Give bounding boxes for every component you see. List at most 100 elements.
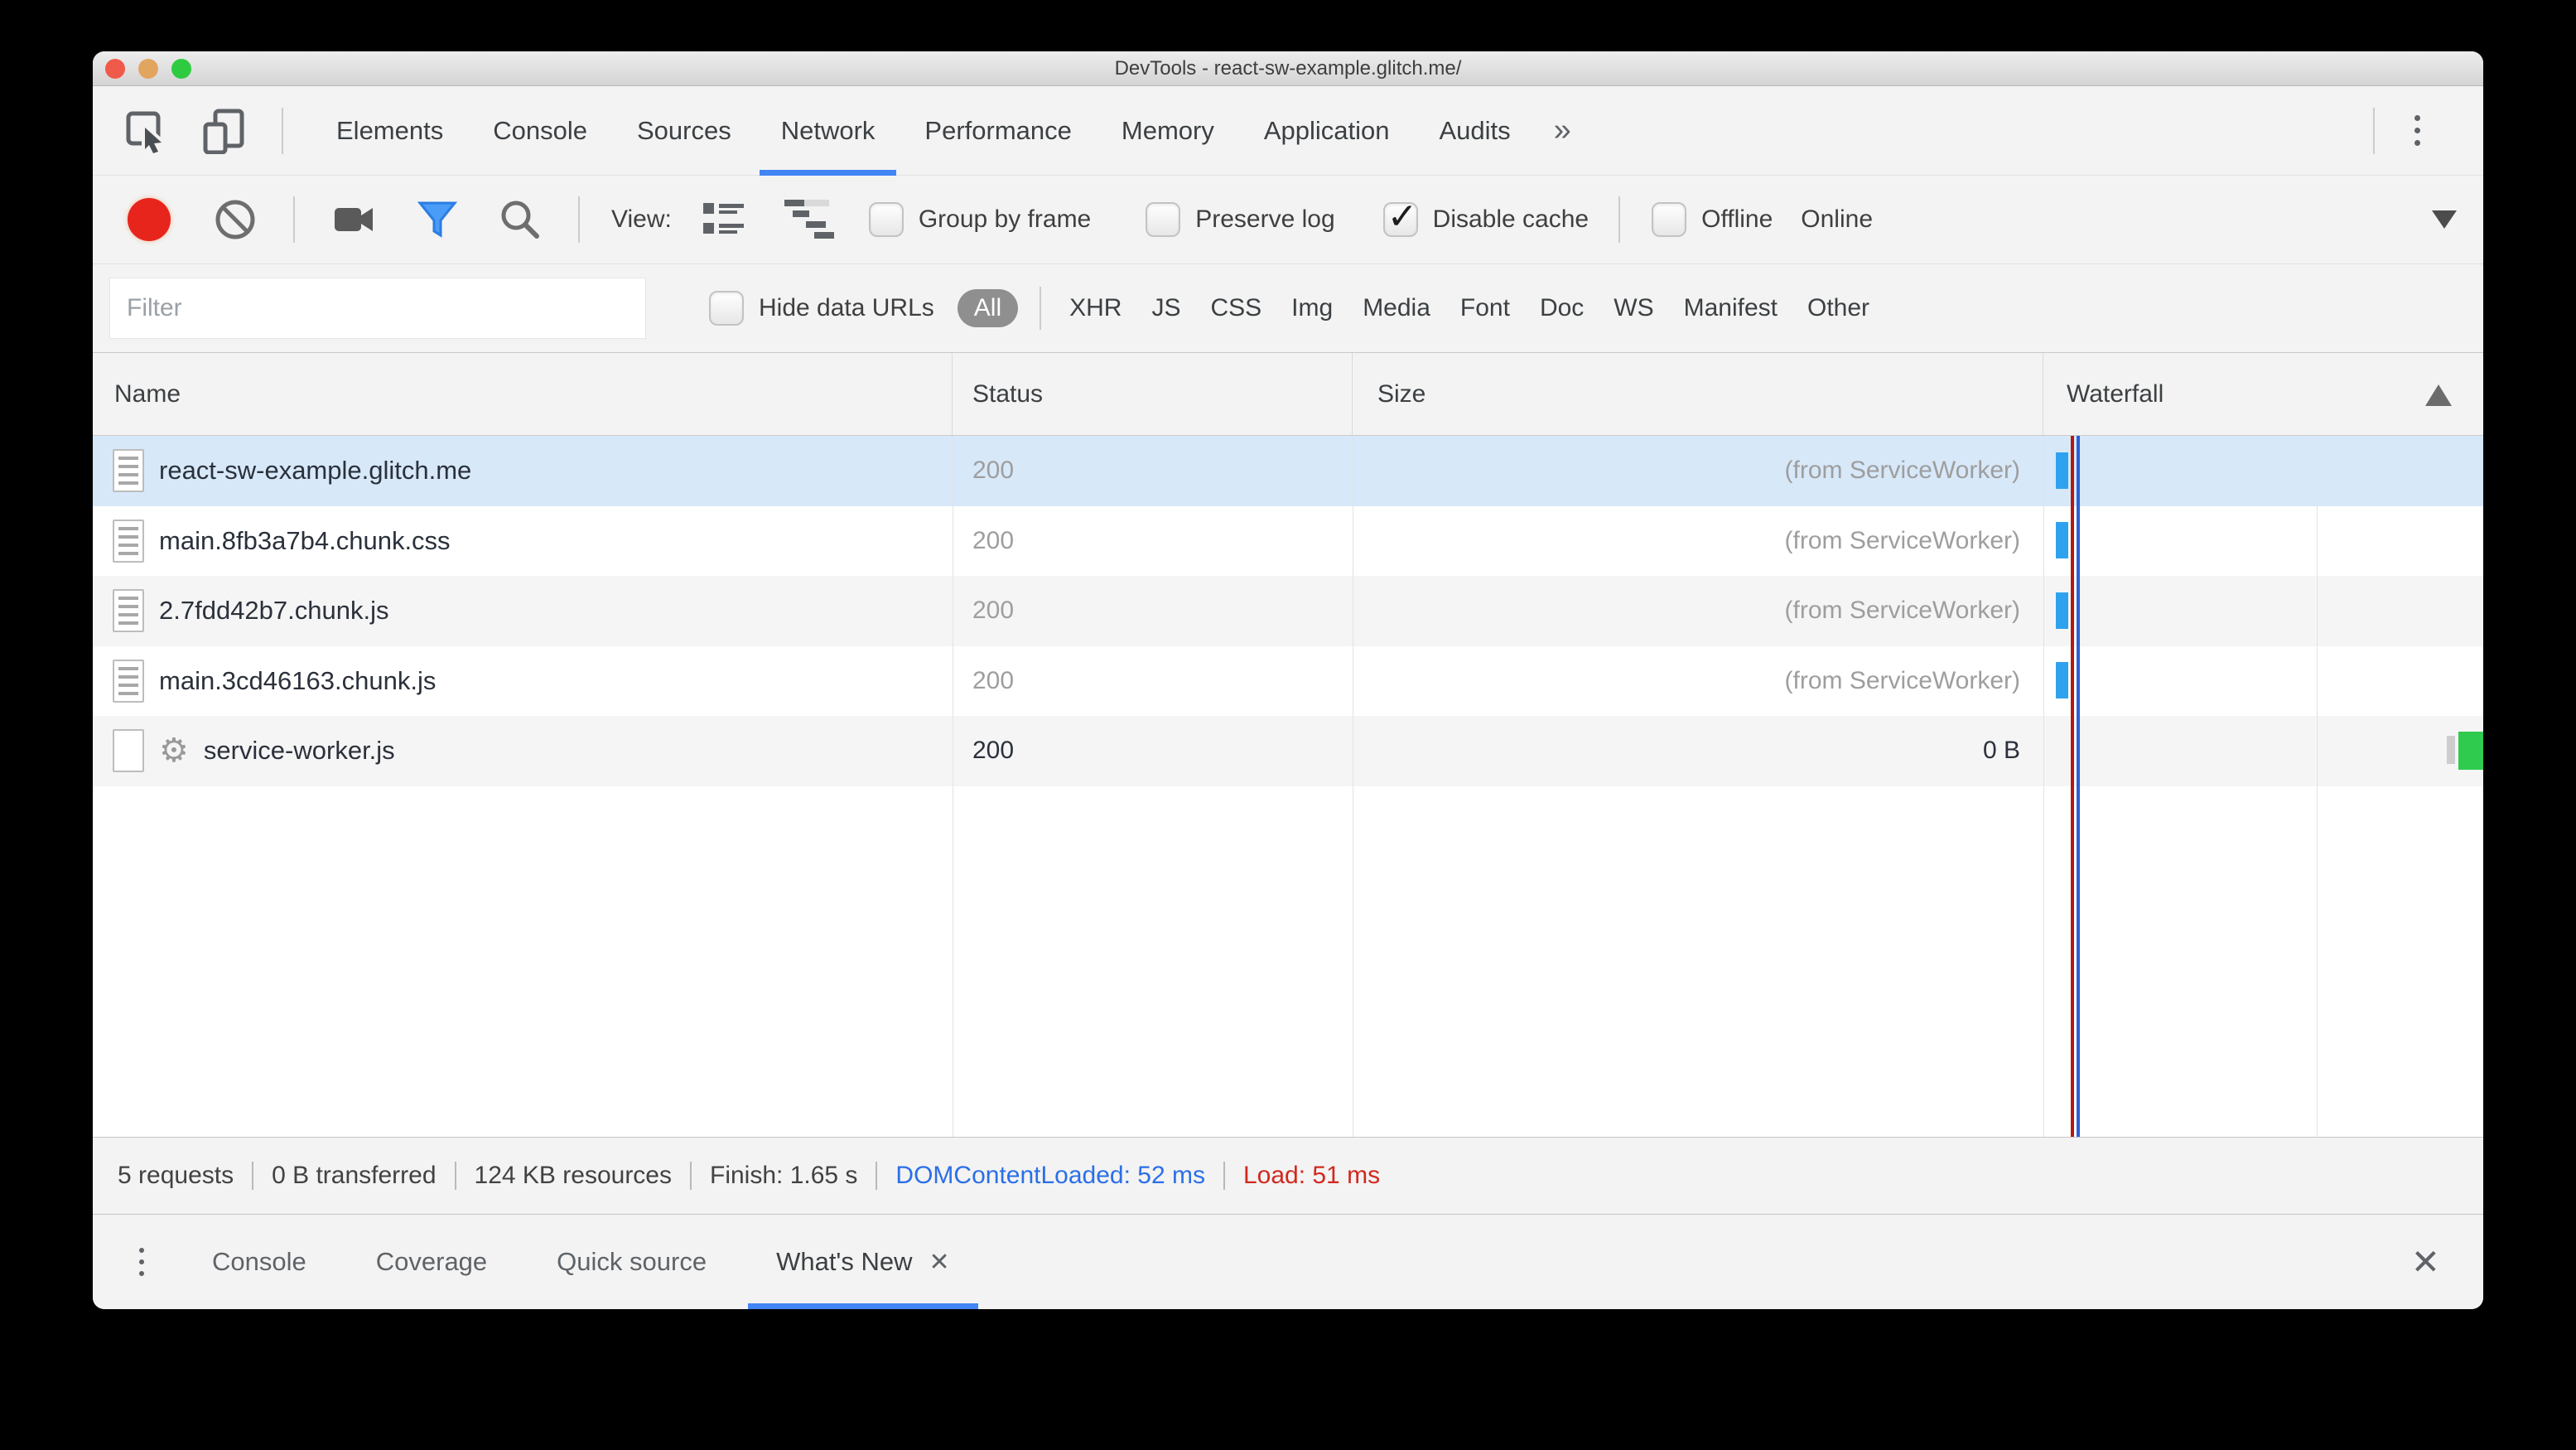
throttling-select-value[interactable]: Online <box>1801 205 1873 234</box>
filter-type-ws[interactable]: WS <box>1614 294 1653 322</box>
inspect-element-button[interactable] <box>123 108 169 154</box>
tab-memory[interactable]: Memory <box>1097 86 1239 176</box>
table-row[interactable]: main.3cd46163.chunk.js 200 (from Service… <box>93 646 2483 717</box>
title-bar: DevTools - react-sw-example.glitch.me/ <box>93 51 2483 86</box>
request-name: react-sw-example.glitch.me <box>159 456 472 486</box>
waterfall-bar[interactable] <box>2056 522 2068 558</box>
zoom-window-button[interactable] <box>171 59 191 79</box>
request-name: 2.7fdd42b7.chunk.js <box>159 596 389 626</box>
use-large-rows-button[interactable] <box>702 198 750 241</box>
summary-separator <box>690 1162 692 1190</box>
minimize-window-button[interactable] <box>138 59 158 79</box>
request-name: main.3cd46163.chunk.js <box>159 665 437 695</box>
network-summary-bar: 5 requests 0 B transferred 124 KB resour… <box>93 1137 2483 1214</box>
sort-ascending-icon[interactable] <box>2425 384 2452 406</box>
request-size: (from ServiceWorker) <box>1784 457 2020 485</box>
drawer-tab-whats-new[interactable]: What's New ✕ <box>741 1215 985 1309</box>
tab-close-icon[interactable]: ✕ <box>929 1248 949 1277</box>
main-menu-kebab-icon[interactable] <box>2403 115 2432 146</box>
table-row[interactable]: ⚙ service-worker.js 200 0 B <box>93 716 2483 786</box>
toolbar-separator <box>2373 107 2375 154</box>
load-event-line <box>2071 436 2074 1137</box>
clear-icon <box>215 200 255 239</box>
requests-table-header: Name Status Size Waterfall <box>93 353 2483 436</box>
view-label: View: <box>611 205 672 233</box>
drawer-tab-bar: Console Coverage Quick source What's New… <box>93 1214 2483 1309</box>
list-rows-icon <box>702 203 744 234</box>
filter-type-manifest[interactable]: Manifest <box>1684 294 1778 322</box>
tab-application[interactable]: Application <box>1239 86 1415 176</box>
tab-network[interactable]: Network <box>756 86 900 176</box>
devtools-window: DevTools - react-sw-example.glitch.me/ E… <box>93 51 2483 1309</box>
request-status: 200 <box>972 737 1015 765</box>
waterfall-bar[interactable] <box>2056 452 2068 489</box>
filter-type-media[interactable]: Media <box>1363 294 1430 322</box>
toolbar-separator <box>282 107 283 154</box>
document-icon <box>113 449 144 493</box>
summary-dom-content-loaded: DOMContentLoaded: 52 ms <box>895 1162 1205 1189</box>
throttling-dropdown-icon[interactable] <box>2432 210 2457 229</box>
request-name: service-worker.js <box>203 736 395 766</box>
request-name: main.8fb3a7b4.chunk.css <box>159 525 451 555</box>
table-row[interactable]: 2.7fdd42b7.chunk.js 200 (from ServiceWor… <box>93 576 2483 646</box>
drawer-tab-console[interactable]: Console <box>177 1215 341 1309</box>
offline-label: Offline <box>1701 205 1773 233</box>
hide-data-urls-checkbox[interactable] <box>709 291 744 326</box>
filter-type-font[interactable]: Font <box>1460 294 1510 322</box>
disable-cache-checkbox[interactable]: ✓ <box>1382 196 1418 237</box>
filter-input[interactable] <box>109 278 646 339</box>
filter-bar: Hide data URLs All XHR JS CSS Img Media … <box>93 264 2483 353</box>
tab-performance[interactable]: Performance <box>900 86 1096 176</box>
tab-audits[interactable]: Audits <box>1415 86 1536 176</box>
network-toolbar: View: Group by frame Preserve log ✓ Disa… <box>93 176 2483 264</box>
request-status: 200 <box>972 597 1015 625</box>
drawer-tab-quick-source[interactable]: Quick source <box>522 1215 741 1309</box>
inspect-cursor-icon <box>126 111 169 154</box>
dom-content-loaded-line <box>2077 436 2080 1137</box>
drawer-tab-coverage[interactable]: Coverage <box>341 1215 522 1309</box>
waterfall-bar[interactable] <box>2056 592 2068 629</box>
drawer-menu-kebab-icon[interactable] <box>128 1248 156 1276</box>
search-button[interactable] <box>497 196 543 243</box>
device-toolbar-button[interactable] <box>202 108 248 154</box>
document-icon <box>113 589 144 633</box>
filter-type-all[interactable]: All <box>957 289 1019 327</box>
offline-checkbox[interactable] <box>1652 202 1687 237</box>
table-row[interactable]: main.8fb3a7b4.chunk.css 200 (from Servic… <box>93 506 2483 577</box>
show-overview-button[interactable] <box>783 198 834 241</box>
close-drawer-icon[interactable]: ✕ <box>2411 1242 2440 1283</box>
filter-type-js[interactable]: JS <box>1151 294 1180 322</box>
tab-console[interactable]: Console <box>468 86 612 176</box>
filter-type-doc[interactable]: Doc <box>1540 294 1584 322</box>
waterfall-bar[interactable] <box>2056 662 2068 698</box>
clear-network-log-button[interactable] <box>212 196 258 243</box>
camera-icon <box>335 208 373 231</box>
summary-separator <box>1223 1162 1225 1190</box>
tab-elements[interactable]: Elements <box>311 86 468 176</box>
group-by-frame-checkbox[interactable] <box>868 202 904 237</box>
summary-load: Load: 51 ms <box>1242 1162 1381 1189</box>
filter-type-img[interactable]: Img <box>1291 294 1333 322</box>
filter-toggle-button[interactable] <box>414 196 461 243</box>
filter-type-xhr[interactable]: XHR <box>1069 294 1122 322</box>
filter-type-other[interactable]: Other <box>1807 294 1869 322</box>
summary-resources: 124 KB resources <box>474 1162 672 1189</box>
toolbar-separator <box>578 196 580 243</box>
filter-type-css[interactable]: CSS <box>1210 294 1261 322</box>
main-tab-bar: Elements Console Sources Network Perform… <box>93 86 2483 176</box>
preserve-log-checkbox[interactable] <box>1146 202 1181 237</box>
request-size: (from ServiceWorker) <box>1784 526 2020 554</box>
column-header-waterfall[interactable]: Waterfall <box>2043 353 2483 435</box>
column-header-size[interactable]: Size <box>1353 353 2043 435</box>
more-tabs-icon[interactable]: » <box>1536 113 1589 148</box>
capture-screenshots-button[interactable] <box>331 196 378 243</box>
column-header-status[interactable]: Status <box>953 353 1353 435</box>
tab-sources[interactable]: Sources <box>612 86 756 176</box>
request-status: 200 <box>972 666 1015 694</box>
filter-funnel-icon <box>417 201 458 238</box>
close-window-button[interactable] <box>105 59 125 79</box>
table-row[interactable]: react-sw-example.glitch.me 200 (from Ser… <box>93 436 2483 506</box>
waterfall-bar-green[interactable] <box>2458 732 2483 770</box>
column-header-name[interactable]: Name <box>93 353 953 435</box>
record-network-log-button[interactable] <box>128 198 171 241</box>
